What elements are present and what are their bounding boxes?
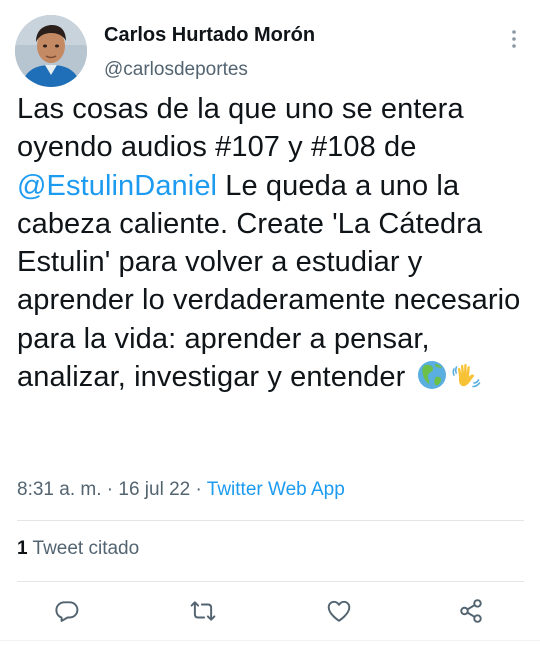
- avatar-image: [15, 15, 87, 87]
- waving-hand-icon: [450, 359, 482, 391]
- bottom-divider: [0, 640, 540, 641]
- tweet-date[interactable]: 16 jul 22: [118, 479, 190, 500]
- tweet-text-part: Las cosas de la que uno se entera oyendo…: [17, 93, 464, 164]
- meta-separator: ·: [190, 479, 207, 500]
- tweet-metadata: 8:31 a. m. · 16 jul 22 · Twitter Web App: [17, 479, 345, 501]
- quote-count: 1: [17, 538, 28, 559]
- vertical-ellipsis-icon: [512, 30, 516, 48]
- author-handle[interactable]: @carlosdeportes: [104, 59, 248, 81]
- reply-button[interactable]: [51, 596, 83, 626]
- retweet-button[interactable]: [187, 596, 219, 626]
- tweet: Carlos Hurtado Morón @carlosdeportes Las…: [0, 0, 540, 654]
- quote-label: Tweet citado: [27, 538, 140, 559]
- avatar[interactable]: [15, 15, 87, 87]
- mention-link[interactable]: @EstulinDaniel: [17, 170, 217, 202]
- quote-tweets-stat[interactable]: 1 Tweet citado: [17, 538, 139, 560]
- meta-separator: ·: [101, 479, 119, 500]
- tweet-text: Las cosas de la que uno se entera oyendo…: [17, 90, 529, 396]
- retweet-icon: [190, 601, 216, 621]
- divider: [17, 520, 524, 521]
- author-name[interactable]: Carlos Hurtado Morón: [104, 24, 315, 47]
- tweet-time[interactable]: 8:31 a. m.: [17, 479, 102, 500]
- globe-americas-icon: [416, 359, 448, 391]
- reply-icon: [55, 601, 79, 622]
- share-icon: [460, 599, 482, 623]
- like-icon: [327, 600, 351, 622]
- tweet-source[interactable]: Twitter Web App: [207, 479, 345, 500]
- divider: [17, 581, 524, 582]
- share-button[interactable]: [455, 596, 487, 626]
- more-options-button[interactable]: [500, 26, 528, 52]
- tweet-actions: [0, 588, 540, 632]
- like-button[interactable]: [323, 596, 355, 626]
- tweet-header: Carlos Hurtado Morón @carlosdeportes: [0, 0, 540, 96]
